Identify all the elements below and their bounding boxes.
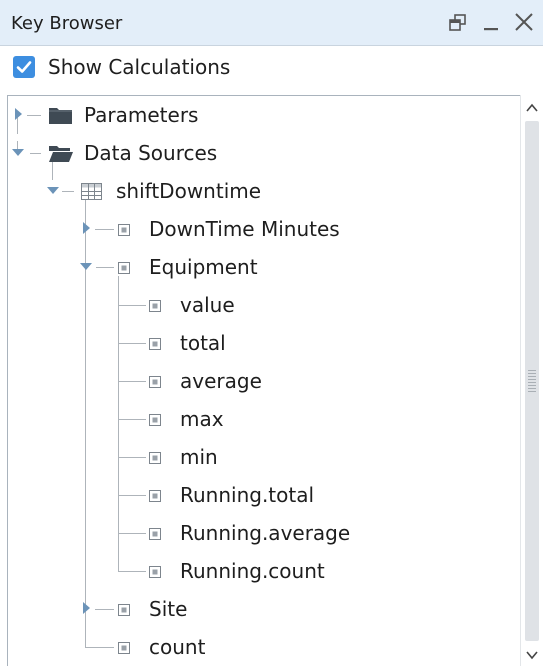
tree-node-label: Running.count [180, 559, 325, 583]
panel-title: Key Browser [11, 13, 123, 34]
tree-node-shiftdowntime[interactable]: shiftDowntime [8, 172, 518, 210]
scrollbar-thumb[interactable] [525, 121, 539, 641]
key-icon [145, 331, 171, 355]
tree-node-equipment[interactable]: Equipment [8, 248, 518, 286]
tree-node-label: value [180, 293, 235, 317]
tree-node-max[interactable]: max [8, 400, 518, 438]
tree-node-label: Equipment [149, 255, 258, 279]
tree-node-parameters[interactable]: Parameters [8, 96, 518, 134]
expand-arrow-icon[interactable] [78, 600, 94, 616]
show-calculations-checkbox[interactable] [13, 56, 35, 78]
minimize-icon [479, 22, 505, 41]
key-icon [145, 293, 171, 317]
tree-node-value[interactable]: value [8, 286, 518, 324]
tree-node-data-sources[interactable]: Data Sources [8, 134, 518, 172]
key-icon [145, 407, 171, 431]
scroll-down-icon[interactable] [521, 644, 543, 666]
key-browser-panel: Key Browser Show Calculations Parameters… [0, 0, 543, 666]
restore-button[interactable] [445, 9, 471, 37]
folder-open-icon [48, 141, 74, 165]
key-icon [145, 521, 171, 545]
show-calculations-label: Show Calculations [48, 55, 231, 79]
key-icon [114, 217, 140, 241]
grip-icon [528, 369, 536, 393]
key-icon [114, 255, 140, 279]
key-icon [114, 597, 140, 621]
expand-arrow-icon[interactable] [10, 106, 26, 122]
minimize-button[interactable] [479, 9, 505, 37]
collapse-arrow-icon[interactable] [10, 144, 26, 160]
tree-node-downtime-minutes[interactable]: DownTime Minutes [8, 210, 518, 248]
tree-node-label: Parameters [84, 103, 199, 127]
table-icon [79, 179, 105, 203]
tree-node-running-total[interactable]: Running.total [8, 476, 518, 514]
tree-node-average[interactable]: average [8, 362, 518, 400]
collapse-arrow-icon[interactable] [78, 258, 94, 274]
restore-icon [445, 14, 471, 41]
tree-node-label: Running.total [180, 483, 315, 507]
tree-node-label: shiftDowntime [116, 179, 262, 203]
key-icon [145, 369, 171, 393]
title-bar[interactable]: Key Browser [0, 0, 543, 46]
tree-node-label: Running.average [180, 521, 351, 545]
key-icon [114, 635, 140, 659]
tree-node-min[interactable]: min [8, 438, 518, 476]
tree-node-total[interactable]: total [8, 324, 518, 362]
close-button[interactable] [512, 9, 538, 37]
tree-node-running-count[interactable]: Running.count [8, 552, 518, 590]
expand-arrow-icon[interactable] [78, 220, 94, 236]
tree-node-count[interactable]: count [8, 628, 518, 666]
tree-node-site[interactable]: Site [8, 590, 518, 628]
collapse-arrow-icon[interactable] [45, 182, 61, 198]
tree-node-running-average[interactable]: Running.average [8, 514, 518, 552]
tree-node-label: DownTime Minutes [149, 217, 340, 241]
close-icon [512, 13, 538, 41]
key-icon [145, 445, 171, 469]
tree-node-label: average [180, 369, 262, 393]
vertical-scrollbar[interactable] [520, 95, 543, 666]
scroll-up-icon[interactable] [521, 97, 543, 119]
key-icon [145, 559, 171, 583]
tree-node-label: max [180, 407, 224, 431]
tree-node-label: Site [149, 597, 188, 621]
key-tree[interactable]: Parameters Data Sources shiftDowntime Do… [7, 95, 543, 666]
tree-node-label: Data Sources [84, 141, 218, 165]
tree-node-label: min [180, 445, 218, 469]
folder-icon [48, 103, 74, 127]
show-calculations-row[interactable]: Show Calculations [0, 47, 543, 87]
tree-node-label: count [149, 635, 206, 659]
tree-node-label: total [180, 331, 226, 355]
key-icon [145, 483, 171, 507]
